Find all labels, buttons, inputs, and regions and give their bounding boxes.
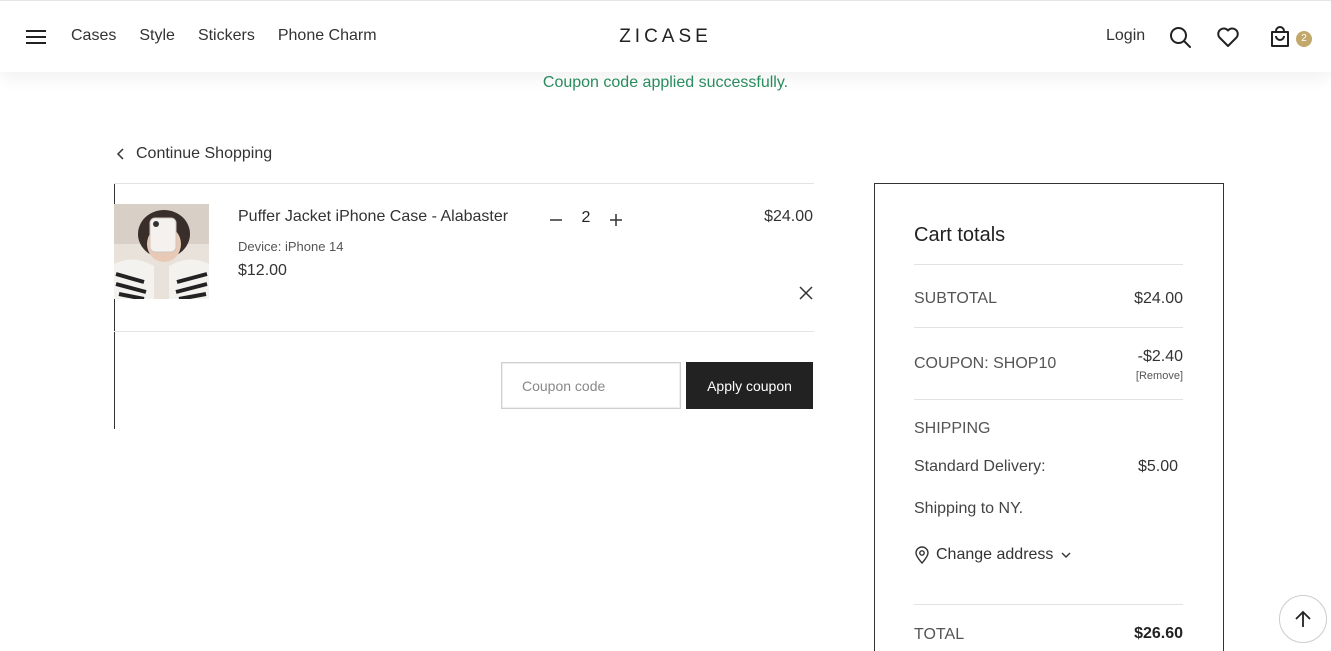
cart-row-bottom-divider xyxy=(114,331,814,332)
remove-item-icon[interactable] xyxy=(797,284,815,302)
standard-delivery-value: $5.00 xyxy=(1137,458,1178,475)
login-link[interactable]: Login xyxy=(1106,27,1145,45)
heart-icon[interactable] xyxy=(1216,25,1240,49)
cart-count-badge: 2 xyxy=(1296,31,1312,47)
nav-item-cases[interactable]: Cases xyxy=(71,27,116,45)
apply-coupon-button[interactable]: Apply coupon xyxy=(686,362,813,409)
arrow-up-icon xyxy=(1295,610,1311,627)
cart-totals-title: Cart totals xyxy=(914,224,1006,246)
total-value: $26.60 xyxy=(1134,625,1183,642)
change-address-button[interactable]: Change address xyxy=(914,546,1071,564)
shopping-bag-icon[interactable] xyxy=(1268,25,1292,49)
product-name[interactable]: Puffer Jacket iPhone Case - Alabaster xyxy=(238,208,508,226)
location-pin-icon xyxy=(915,546,929,564)
chevron-down-icon xyxy=(1061,552,1071,558)
site-header: Cases Style Stickers Phone Charm ZICASE … xyxy=(0,0,1331,72)
continue-shopping-label: Continue Shopping xyxy=(136,145,273,162)
hamburger-menu-icon[interactable] xyxy=(24,25,48,49)
coupon-label: COUPON: SHOP10 xyxy=(914,355,1057,372)
remove-coupon-link[interactable]: [Remove] xyxy=(1136,370,1183,382)
coupon-discount-value: -$2.40 xyxy=(1137,348,1183,365)
nav-item-style[interactable]: Style xyxy=(139,27,175,45)
cart-row-top-divider xyxy=(114,183,814,184)
totals-divider xyxy=(914,604,1183,605)
totals-divider xyxy=(914,327,1183,328)
main-nav: Cases Style Stickers Phone Charm xyxy=(71,27,400,45)
quantity-decrease-button[interactable] xyxy=(546,210,566,230)
coupon-code-input[interactable] xyxy=(501,362,681,409)
subtotal-value: $24.00 xyxy=(1134,290,1183,307)
product-unit-price: $12.00 xyxy=(238,262,287,279)
chevron-left-icon xyxy=(116,148,124,160)
continue-shopping-link[interactable]: Continue Shopping xyxy=(116,145,272,163)
change-address-label: Change address xyxy=(936,546,1054,563)
shipping-destination: Shipping to NY. xyxy=(914,500,1024,517)
site-logo[interactable]: ZICASE xyxy=(619,26,712,47)
nav-item-stickers[interactable]: Stickers xyxy=(198,27,255,45)
scroll-to-top-button[interactable] xyxy=(1279,595,1327,643)
line-total: $24.00 xyxy=(764,208,813,225)
coupon-success-notice: Coupon code applied successfully. xyxy=(542,74,789,91)
quantity-increase-button[interactable] xyxy=(606,210,626,230)
standard-delivery-label: Standard Delivery: xyxy=(914,458,1046,475)
product-thumbnail[interactable] xyxy=(114,204,209,299)
shipping-label: SHIPPING xyxy=(914,420,991,437)
total-label: TOTAL xyxy=(914,626,965,643)
nav-item-phone-charm[interactable]: Phone Charm xyxy=(278,27,377,45)
quantity-value[interactable]: 2 xyxy=(576,209,596,227)
totals-divider xyxy=(914,399,1183,400)
cart-totals-panel xyxy=(874,183,1224,651)
totals-divider xyxy=(914,264,1183,265)
search-icon[interactable] xyxy=(1168,25,1192,49)
product-device: Device: iPhone 14 xyxy=(238,239,344,254)
subtotal-label: SUBTOTAL xyxy=(914,290,997,307)
